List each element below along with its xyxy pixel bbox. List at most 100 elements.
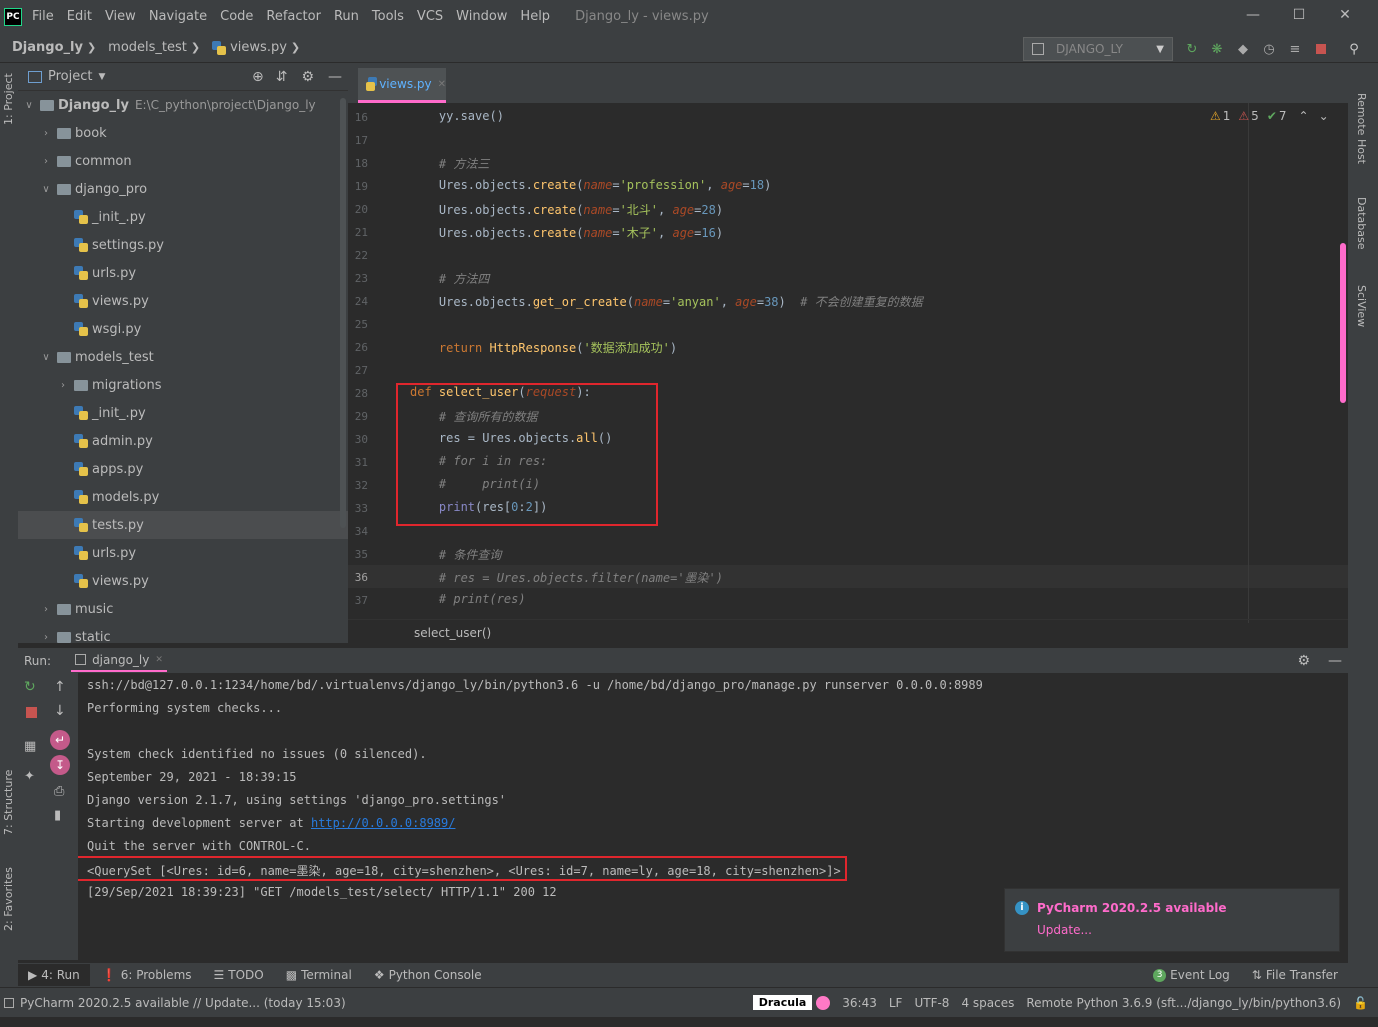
hide-panel-icon[interactable]: — — [328, 69, 342, 85]
inspection-widget[interactable]: ⚠ 1 ⚠ 5 ✔ 7 ⌃ ⌄ — [1210, 109, 1329, 123]
coverage-icon[interactable]: ◆ — [1234, 40, 1252, 58]
theme-badge[interactable]: Dracula — [752, 995, 813, 1010]
profile-icon[interactable]: ◷ — [1260, 40, 1278, 58]
tree-item[interactable]: views.py — [18, 567, 348, 595]
menu-vcs[interactable]: VCS — [417, 9, 443, 24]
tool-tab-event-log[interactable]: 3 Event Log — [1153, 968, 1230, 982]
update-link[interactable]: Update... — [1037, 923, 1092, 937]
search-icon[interactable]: ⚲ — [1345, 40, 1363, 58]
tree-item[interactable]: views.py — [18, 287, 348, 315]
menu-help[interactable]: Help — [520, 9, 550, 24]
run-config-select[interactable]: DJANGO_LY ▼ — [1023, 37, 1173, 61]
minimize-icon[interactable]: — — [1230, 0, 1276, 30]
code-breadcrumb-function[interactable]: select_user() — [414, 626, 491, 640]
chevron-down-icon[interactable]: ▼ — [98, 72, 105, 82]
project-scrollbar[interactable] — [340, 98, 346, 528]
chevron-right-icon[interactable]: › — [39, 156, 53, 167]
editor-scrollbar[interactable] — [1340, 243, 1346, 403]
code-line[interactable]: Ures.objects.create(name='profession', a… — [410, 178, 771, 192]
tree-item[interactable]: _init_.py — [18, 399, 348, 427]
tree-item[interactable]: models.py — [18, 483, 348, 511]
tree-item[interactable]: _init_.py — [18, 203, 348, 231]
tool-tab-remote-host[interactable]: Remote Host — [1355, 93, 1368, 164]
chevron-down-icon[interactable]: ⌄ — [1319, 109, 1329, 123]
panel-toggle-icon[interactable] — [4, 997, 14, 1008]
arrow-down-icon[interactable]: ↓ — [54, 703, 66, 719]
chevron-up-icon[interactable]: ⌃ — [1299, 109, 1309, 123]
tool-tab-terminal[interactable]: ▩ Terminal — [286, 968, 352, 982]
code-line[interactable]: return HttpResponse('数据添加成功') — [410, 339, 677, 356]
menu-tools[interactable]: Tools — [372, 9, 404, 24]
tree-item[interactable]: › static — [18, 623, 348, 651]
tool-tab-file-transfer[interactable]: ⇅ File Transfer — [1252, 968, 1338, 982]
scroll-to-end-icon[interactable]: ↧ — [50, 755, 70, 775]
chevron-down-icon[interactable]: ∨ — [39, 352, 53, 363]
soft-wrap-icon[interactable]: ↵ — [50, 730, 70, 750]
tree-item[interactable]: admin.py — [18, 427, 348, 455]
breadcrumb-project[interactable]: Django_ly — [12, 40, 83, 55]
menu-window[interactable]: Window — [456, 9, 507, 24]
print-icon[interactable]: ⎙ — [54, 784, 64, 799]
tool-tab-todo[interactable]: ☰ TODO — [214, 968, 264, 982]
interpreter[interactable]: Remote Python 3.6.9 (sft.../django_ly/bi… — [1026, 996, 1341, 1010]
tree-item[interactable]: urls.py — [18, 259, 348, 287]
tree-item[interactable]: urls.py — [18, 539, 348, 567]
menu-code[interactable]: Code — [220, 9, 253, 24]
rerun-icon[interactable]: ↻ — [24, 679, 36, 695]
status-message[interactable]: PyCharm 2020.2.5 available // Update... … — [20, 996, 346, 1010]
tree-item[interactable]: › common — [18, 147, 348, 175]
stop-icon[interactable] — [1312, 40, 1330, 58]
trash-icon[interactable]: ▮ — [54, 808, 61, 823]
maximize-icon[interactable]: ☐ — [1276, 0, 1322, 30]
chevron-right-icon[interactable]: › — [56, 380, 70, 391]
menu-edit[interactable]: Edit — [67, 9, 92, 24]
gear-icon[interactable]: ⚙ — [1297, 653, 1310, 669]
tree-item[interactable]: ∨ django_pro — [18, 175, 348, 203]
run-tab-django-ly[interactable]: django_ly ✕ — [71, 650, 167, 672]
menu-view[interactable]: View — [105, 9, 136, 24]
tree-root[interactable]: ∨ Django_ly E:\C_python\project\Django_l… — [18, 91, 348, 119]
rerun-icon[interactable]: ↻ — [1183, 40, 1201, 58]
menu-file[interactable]: File — [32, 9, 54, 24]
project-panel-title[interactable]: Project — [48, 69, 92, 84]
caret-position[interactable]: 36:43 — [842, 996, 877, 1010]
tool-tab-database[interactable]: Database — [1355, 197, 1368, 250]
file-encoding[interactable]: UTF-8 — [914, 996, 949, 1010]
indent-setting[interactable]: 4 spaces — [961, 996, 1014, 1010]
tool-tab-structure[interactable]: 7: Structure — [2, 770, 15, 835]
collapse-all-icon[interactable]: ⇵ — [276, 69, 288, 85]
code-line[interactable]: Ures.objects.create(name='木子', age=16) — [410, 224, 723, 241]
server-link[interactable]: http://0.0.0.0:8989/ — [311, 816, 456, 830]
chevron-right-icon[interactable]: › — [39, 632, 53, 643]
debug-icon[interactable]: ❋ — [1208, 40, 1226, 58]
locate-icon[interactable]: ⊕ — [252, 69, 264, 85]
tree-item[interactable]: apps.py — [18, 455, 348, 483]
tool-tab-python-console[interactable]: ❖ Python Console — [374, 968, 482, 982]
pin-icon[interactable]: ✦ — [24, 769, 35, 784]
tree-item[interactable]: › music — [18, 595, 348, 623]
breadcrumb-file[interactable]: views.py — [212, 40, 287, 55]
code-line[interactable]: # print(res) — [410, 592, 526, 606]
tool-tab-problems[interactable]: ❗ 6: Problems — [102, 968, 192, 982]
close-tab-icon[interactable]: ✕ — [438, 79, 446, 90]
tool-tab-favorites[interactable]: 2: Favorites — [2, 867, 15, 931]
chevron-right-icon[interactable]: › — [39, 604, 53, 615]
tool-tab-project[interactable]: 1: Project — [2, 73, 15, 125]
code-line[interactable]: Ures.objects.get_or_create(name='anyan',… — [410, 293, 923, 310]
stop-icon[interactable] — [26, 707, 37, 718]
tree-item[interactable]: › book — [18, 119, 348, 147]
code-line[interactable]: yy.save() — [410, 109, 504, 123]
hide-panel-icon[interactable]: — — [1328, 653, 1342, 669]
tree-item[interactable]: › migrations — [18, 371, 348, 399]
chevron-right-icon[interactable]: › — [39, 128, 53, 139]
code-line[interactable]: # 方法三 — [410, 155, 489, 172]
tree-item[interactable]: wsgi.py — [18, 315, 348, 343]
layout-icon[interactable]: ▦ — [24, 739, 36, 754]
tool-tab-run[interactable]: ▶ 4: Run — [18, 964, 90, 986]
gear-icon[interactable]: ⚙ — [301, 69, 314, 85]
menu-run[interactable]: Run — [334, 9, 359, 24]
close-tab-icon[interactable]: ✕ — [155, 655, 163, 665]
line-separator[interactable]: LF — [889, 996, 903, 1010]
breadcrumb-folder[interactable]: models_test — [108, 40, 187, 55]
arrow-up-icon[interactable]: ↑ — [54, 679, 66, 695]
